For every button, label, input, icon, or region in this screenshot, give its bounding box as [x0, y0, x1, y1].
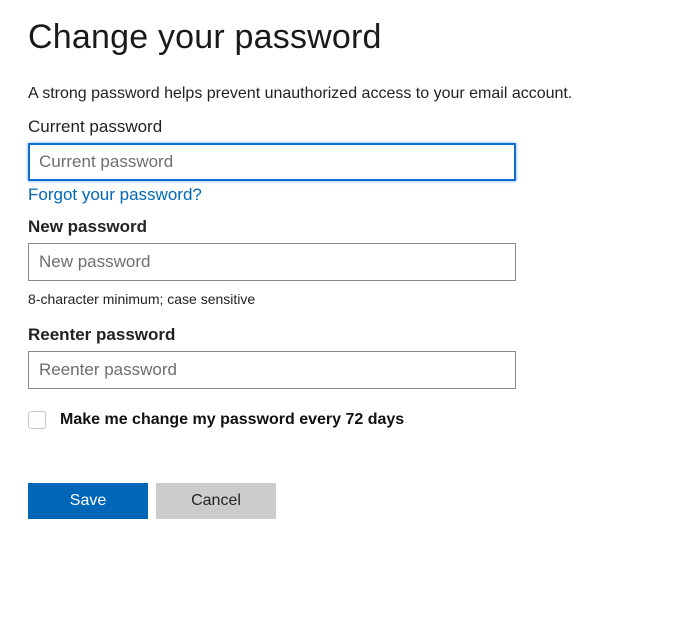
forgot-password-link[interactable]: Forgot your password?: [28, 185, 202, 205]
reenter-password-group: Reenter password: [28, 325, 652, 389]
current-password-input[interactable]: [28, 143, 516, 181]
cancel-button[interactable]: Cancel: [156, 483, 276, 519]
page-title: Change your password: [28, 18, 652, 57]
current-password-group: Current password Forgot your password?: [28, 117, 652, 205]
new-password-label: New password: [28, 217, 652, 237]
reenter-password-input[interactable]: [28, 351, 516, 389]
checkbox-row: Make me change my password every 72 days: [28, 411, 652, 429]
button-row: Save Cancel: [28, 483, 652, 519]
new-password-input[interactable]: [28, 243, 516, 281]
change-every-72-days-checkbox[interactable]: [28, 411, 46, 429]
new-password-group: New password 8-character minimum; case s…: [28, 217, 652, 307]
save-button[interactable]: Save: [28, 483, 148, 519]
page-subtext: A strong password helps prevent unauthor…: [28, 85, 652, 103]
change-every-72-days-label: Make me change my password every 72 days: [60, 411, 404, 429]
new-password-hint: 8-character minimum; case sensitive: [28, 291, 652, 307]
reenter-password-label: Reenter password: [28, 325, 652, 345]
current-password-label: Current password: [28, 117, 652, 137]
